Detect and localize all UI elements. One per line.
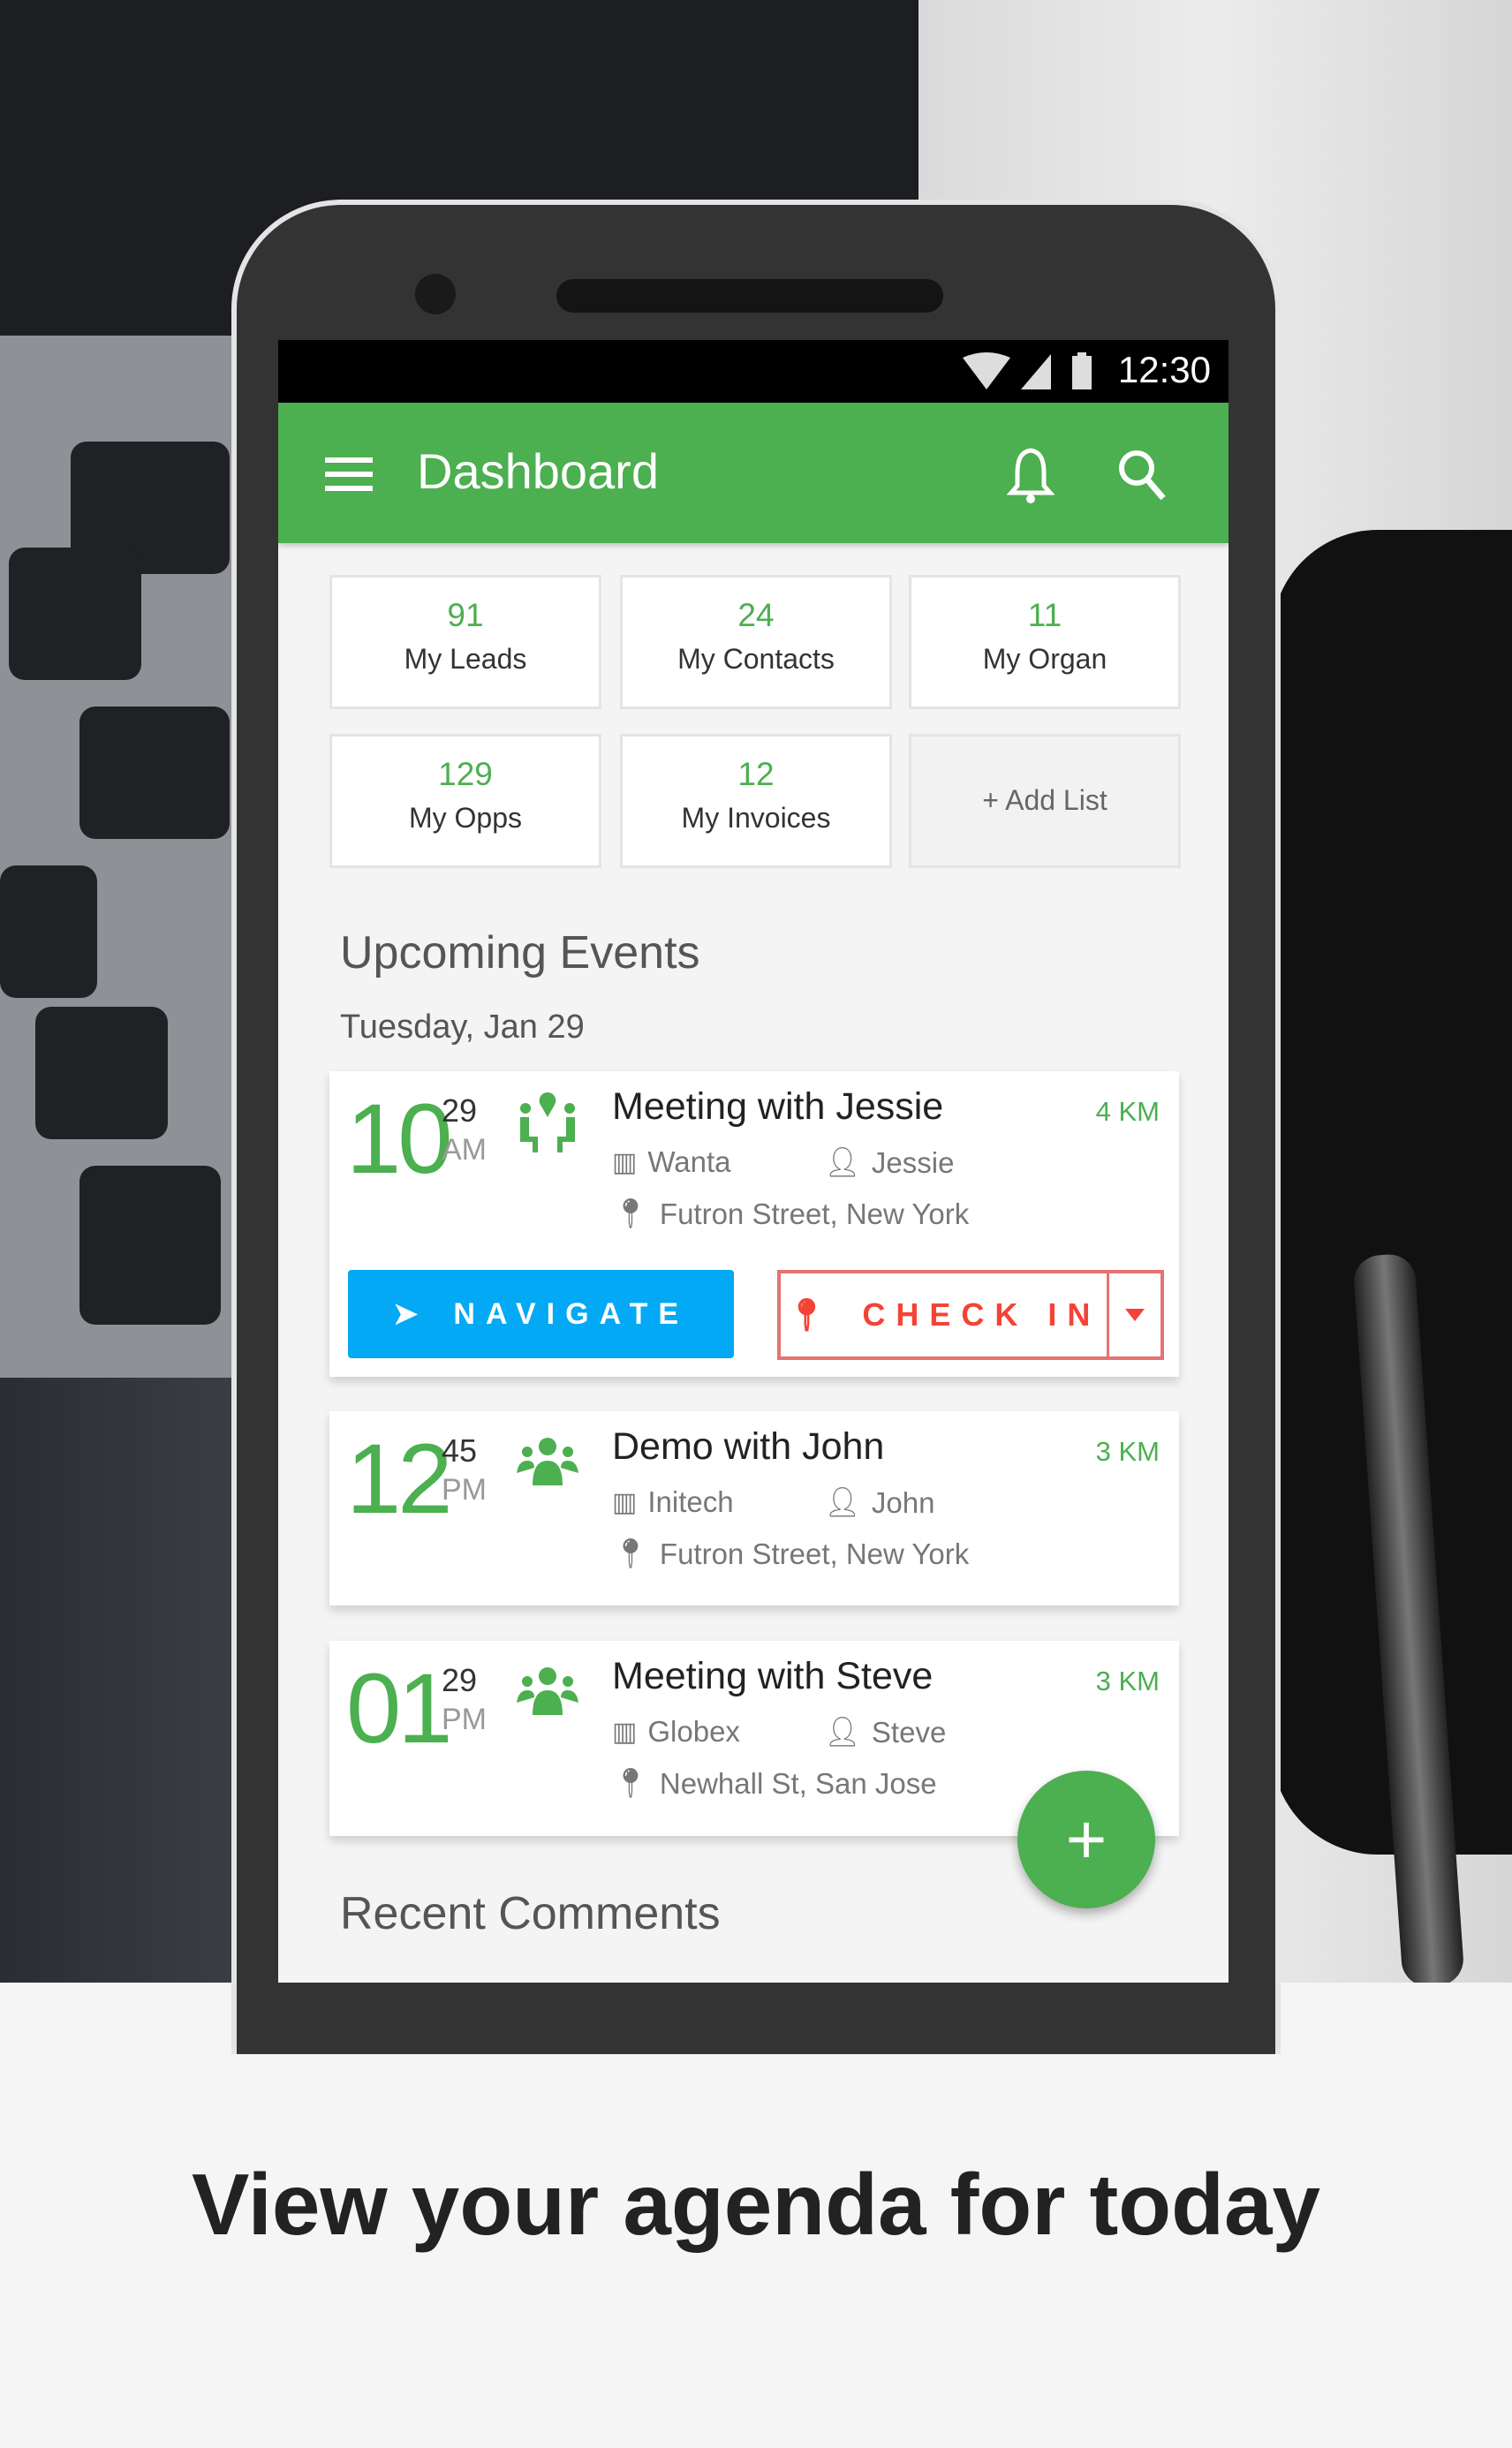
meeting-location-icon (520, 1092, 575, 1152)
event-contact-row: 👤︎ Jessie (824, 1145, 954, 1180)
event-hour: 12 (346, 1424, 453, 1534)
tile-count: 12 (737, 756, 775, 792)
event-address-row: 📍︎ Newhall St, San Jose (612, 1766, 937, 1801)
phone-speaker (556, 279, 943, 313)
add-fab-button[interactable]: + (1017, 1771, 1155, 1908)
event-ampm: PM (442, 1473, 487, 1507)
status-time: 12:30 (1117, 349, 1211, 390)
wifi-icon (963, 352, 1010, 389)
tile-count: 129 (438, 756, 493, 792)
event-address: Futron Street, New York (659, 1197, 970, 1230)
tile-count: 91 (447, 597, 484, 633)
building-icon: ▥ (612, 1487, 638, 1517)
event-company: Initech (647, 1485, 734, 1518)
search-icon[interactable] (1117, 449, 1167, 502)
group-icon (517, 1667, 578, 1715)
tile-count: 24 (737, 597, 775, 633)
group-icon (517, 1438, 578, 1485)
status-icons (963, 352, 1092, 389)
keyboard (0, 336, 238, 1378)
event-hour: 01 (346, 1653, 453, 1764)
tile-label: My Invoices (681, 802, 831, 834)
event-contact: John (871, 1485, 935, 1519)
event-minute: 29 (442, 1662, 478, 1698)
key (79, 1166, 221, 1325)
app-screen: 12:30 Dashboard 91 My Leads 24 My Contacts… (278, 340, 1228, 1983)
plus-icon: + (1065, 1800, 1108, 1878)
tile-my-leads[interactable]: 91 My Leads (329, 575, 601, 709)
key (9, 548, 141, 680)
tile-my-opps[interactable]: 129 My Opps (329, 734, 601, 868)
event-card[interactable]: 10 29 AM Meeting with Jessie 4 KM ▥ Wanta… (329, 1071, 1179, 1377)
event-distance: 3 KM (1095, 1436, 1160, 1467)
tile-count: 11 (1027, 597, 1062, 633)
check-in-button[interactable]: 📍︎ CHECK IN (777, 1270, 1164, 1360)
person-icon: 👤︎ (824, 1145, 861, 1178)
event-card[interactable]: 12 45 PM Demo with John 3 KM ▥ Initech 👤︎… (329, 1411, 1179, 1606)
check-in-main[interactable]: 📍︎ CHECK IN (781, 1273, 1109, 1356)
signal-icon (1021, 354, 1051, 389)
phone-camera (415, 274, 456, 314)
event-date: Tuesday, Jan 29 (340, 1009, 585, 1046)
bell-icon[interactable] (1007, 447, 1055, 503)
event-contact-row: 👤︎ Steve (824, 1715, 946, 1749)
tile-label: My Opps (408, 802, 523, 834)
event-distance: 4 KM (1095, 1096, 1160, 1127)
event-address-row: 📍︎ Futron Street, New York (612, 1197, 969, 1231)
pin-icon: 📍︎ (612, 1766, 649, 1799)
promo-caption: View your agenda for today (192, 2156, 1320, 2253)
event-minute: 29 (442, 1092, 478, 1129)
tile-my-organ[interactable]: 11 My Organ (909, 575, 1181, 709)
check-in-label: CHECK IN (862, 1296, 1101, 1333)
person-icon: 👤︎ (824, 1715, 861, 1748)
battery-icon (1072, 356, 1092, 389)
add-list-label: + Add List (982, 784, 1108, 816)
tile-label: My Contacts (677, 643, 835, 675)
navigation-arrow-icon: ➤ (392, 1297, 419, 1331)
event-contact: Steve (871, 1715, 947, 1749)
pin-icon: 📍︎ (612, 1197, 649, 1229)
event-title: Meeting with Steve (612, 1655, 934, 1697)
key (0, 865, 97, 998)
upcoming-events-heading: Upcoming Events (340, 927, 700, 978)
page-title: Dashboard (417, 443, 659, 499)
event-contact-row: 👤︎ John (824, 1485, 934, 1520)
pin-icon: 📍︎ (612, 1537, 649, 1569)
event-company-row: ▥ Globex (612, 1715, 740, 1749)
status-bar: 12:30 (278, 340, 1228, 403)
navigate-button[interactable]: ➤ NAVIGATE (348, 1270, 734, 1358)
event-title: Meeting with Jessie (612, 1085, 944, 1128)
add-list-button[interactable]: + Add List (909, 734, 1181, 868)
event-minute: 45 (442, 1432, 478, 1469)
recent-comments-heading: Recent Comments (340, 1888, 721, 1939)
hamburger-icon[interactable] (325, 457, 373, 491)
tile-label: My Leads (404, 643, 527, 675)
key (79, 706, 230, 839)
event-address: Newhall St, San Jose (659, 1766, 937, 1800)
app-bar: Dashboard (278, 403, 1228, 543)
pin-icon: 📍︎ (786, 1296, 828, 1333)
person-icon: 👤︎ (824, 1485, 861, 1518)
tile-my-contacts[interactable]: 24 My Contacts (620, 575, 892, 709)
event-ampm: PM (442, 1703, 487, 1736)
building-icon: ▥ (612, 1717, 638, 1747)
event-ampm: AM (442, 1133, 487, 1167)
check-in-dropdown-icon[interactable] (1109, 1309, 1160, 1321)
key (35, 1007, 168, 1139)
event-address: Futron Street, New York (659, 1537, 970, 1570)
event-company-row: ▥ Initech (612, 1485, 734, 1519)
tile-label: My Organ (982, 643, 1108, 675)
event-contact: Jessie (871, 1145, 955, 1179)
building-icon: ▥ (612, 1147, 638, 1177)
event-title: Demo with John (612, 1425, 885, 1468)
event-company: Wanta (647, 1145, 731, 1178)
event-company-row: ▥ Wanta (612, 1145, 731, 1179)
event-distance: 3 KM (1095, 1666, 1160, 1696)
event-company: Globex (647, 1715, 740, 1748)
event-hour: 10 (346, 1084, 453, 1194)
navigate-label: NAVIGATE (453, 1296, 690, 1331)
event-address-row: 📍︎ Futron Street, New York (612, 1537, 969, 1571)
tile-my-invoices[interactable]: 12 My Invoices (620, 734, 892, 868)
